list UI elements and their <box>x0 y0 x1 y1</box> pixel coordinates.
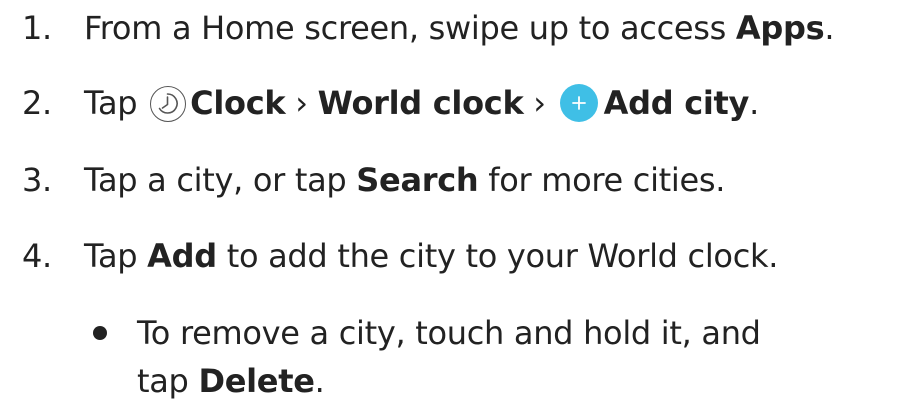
delete-label: Delete <box>198 362 315 400</box>
add-label: Add <box>147 237 217 275</box>
step-number: 3. <box>22 161 52 199</box>
step-text: Tap a city, or tap <box>84 161 357 199</box>
search-label: Search <box>356 161 479 199</box>
step-text: From a Home screen, swipe up to access <box>84 9 736 47</box>
clock-icon <box>150 86 187 122</box>
step-number: 2. <box>22 84 52 122</box>
clock-label: Clock <box>190 84 286 122</box>
bullet-text: tap <box>137 362 199 400</box>
step-1: 1. From a Home screen, swipe up to access… <box>22 8 835 48</box>
step-2: 2. Tap Clock › World clock › Add city. <box>22 83 759 123</box>
step-punctuation: . <box>824 9 835 47</box>
step-number: 4. <box>22 237 52 275</box>
bullet-icon <box>93 326 107 340</box>
step-text-end: for more cities. <box>478 161 726 199</box>
step-punctuation: . <box>749 84 759 122</box>
step-text: Tap <box>84 237 148 275</box>
chevron-right-separator: › <box>533 84 546 122</box>
apps-label: Apps <box>735 9 825 47</box>
add-icon <box>559 84 598 122</box>
step-4: 4. Tap Add to add the city to your World … <box>22 236 778 276</box>
bullet-text-line-1: To remove a city, touch and hold it, and <box>137 314 761 352</box>
bullet-text-line-2: tap Delete. <box>137 361 325 401</box>
step-3: 3. Tap a city, or tap Search for more cit… <box>22 160 725 200</box>
step-text: Tap <box>84 84 138 122</box>
step-number: 1. <box>22 9 52 47</box>
bullet-punctuation: . <box>314 362 325 400</box>
world-clock-label: World clock <box>317 84 524 122</box>
step-text-end: to add the city to your World clock. <box>216 237 779 275</box>
instructions-document: 1. From a Home screen, swipe up to access… <box>0 0 899 420</box>
chevron-right-separator: › <box>295 84 308 122</box>
add-city-label: Add city <box>603 84 750 122</box>
